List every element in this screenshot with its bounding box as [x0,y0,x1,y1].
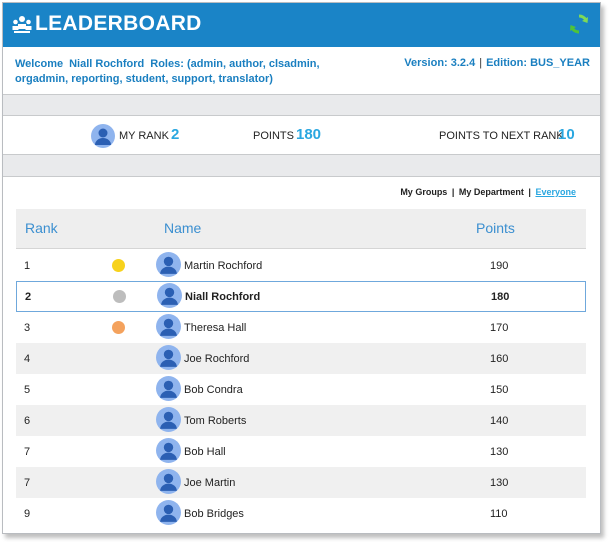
points-cell: 130 [490,446,509,458]
version-info: Version: 3.2.4 | Edition: BUS_YEAR [404,57,590,69]
bronze-medal-icon [112,321,125,334]
name-cell: Bob Bridges [184,508,244,520]
name-cell: Martin Rochford [184,260,263,272]
rank-cell: 6 [24,415,31,427]
points-value: 180 [296,126,322,143]
next-rank-value: 10 [558,126,575,143]
points-cell: 130 [490,477,509,489]
table-row[interactable]: 7 Joe Martin 130 [16,467,586,498]
table-header: Rank Name Points [16,209,586,249]
user-avatar-icon [156,438,181,463]
points-label: POINTS [253,130,294,142]
table-row[interactable]: 7 Bob Hall 130 [16,436,586,467]
header-bar: LEADERBOARD [3,3,600,47]
name-cell: Theresa Hall [184,322,247,334]
stats-bar: MY RANK 2 POINTS 180 POINTS TO NEXT RANK… [3,115,600,155]
rank-cell: 2 [25,291,32,303]
version-text: Version: 3.2.4 [404,57,476,69]
refresh-icon[interactable] [568,13,590,35]
user-avatar-icon [156,252,181,277]
user-avatar-icon [156,500,181,525]
name-cell: Bob Hall [184,446,226,458]
welcome-label: Welcome [15,58,64,70]
name-cell: Niall Rochford [185,291,261,303]
user-name: Niall Rochford [69,58,145,70]
table-row[interactable]: 4 Joe Rochford 160 [16,343,586,374]
scope-filters: My Groups | My Department | Everyone [398,187,576,197]
user-avatar-icon [91,124,115,148]
table-row[interactable]: 5 Bob Condra 150 [16,374,586,405]
table-row[interactable]: 3 Theresa Hall 170 [16,312,586,343]
rank-cell: 7 [24,446,31,458]
rank-cell: 4 [24,353,31,365]
points-cell: 140 [490,415,509,427]
rank-cell: 9 [24,508,31,520]
next-rank-label: POINTS TO NEXT RANK [439,130,564,142]
user-info-bar: Welcome Niall Rochford Roles: (admin, auth… [3,47,600,95]
page-title: LEADERBOARD [35,12,202,35]
user-avatar-icon [157,283,182,308]
leaderboard-panel: My Groups | My Department | Everyone Ran… [3,176,600,533]
points-cell: 160 [490,353,509,365]
user-avatar-icon [156,314,181,339]
name-cell: Tom Roberts [184,415,247,427]
user-avatar-icon [156,407,181,432]
edition-text: Edition: BUS_YEAR [486,57,590,69]
column-points[interactable]: Points [476,220,515,236]
table-row[interactable]: 6 Tom Roberts 140 [16,405,586,436]
roles-label: Roles: [150,58,184,70]
my-rank-label: MY RANK [119,130,169,142]
filter-everyone[interactable]: Everyone [535,187,576,197]
points-cell: 190 [490,260,509,272]
user-avatar-icon [156,469,181,494]
welcome-text: Welcome Niall Rochford Roles: (admin, auth… [15,57,375,87]
user-avatar-icon [156,376,181,401]
version-separator: | [479,57,483,69]
my-rank-value: 2 [171,126,180,143]
column-name[interactable]: Name [164,220,201,236]
leaderboard-people-icon [12,16,32,33]
column-rank[interactable]: Rank [25,220,58,236]
rank-cell: 1 [24,260,31,272]
rank-cell: 3 [24,322,31,334]
gold-medal-icon [112,259,125,272]
leaderboard-window: LEADERBOARD Welcome Niall Rochford Roles: … [2,2,601,534]
table-row[interactable]: 9 Bob Bridges 110 [16,498,586,529]
points-cell: 110 [490,508,508,520]
filter-my-groups[interactable]: My Groups [400,187,447,197]
user-avatar-icon [156,345,181,370]
filter-separator: | [451,187,455,197]
points-cell: 180 [491,291,510,303]
rank-cell: 5 [24,384,31,396]
name-cell: Bob Condra [184,384,243,396]
table-row[interactable]: 2 Niall Rochford 180 [16,281,586,312]
silver-medal-icon [113,290,126,303]
filter-my-department[interactable]: My Department [459,187,524,197]
name-cell: Joe Martin [184,477,236,489]
rank-cell: 7 [24,477,31,489]
name-cell: Joe Rochford [184,353,250,365]
points-cell: 150 [490,384,509,396]
points-cell: 170 [490,322,509,334]
table-row[interactable]: 1 Martin Rochford 190 [16,250,586,281]
filter-separator: | [528,187,531,197]
